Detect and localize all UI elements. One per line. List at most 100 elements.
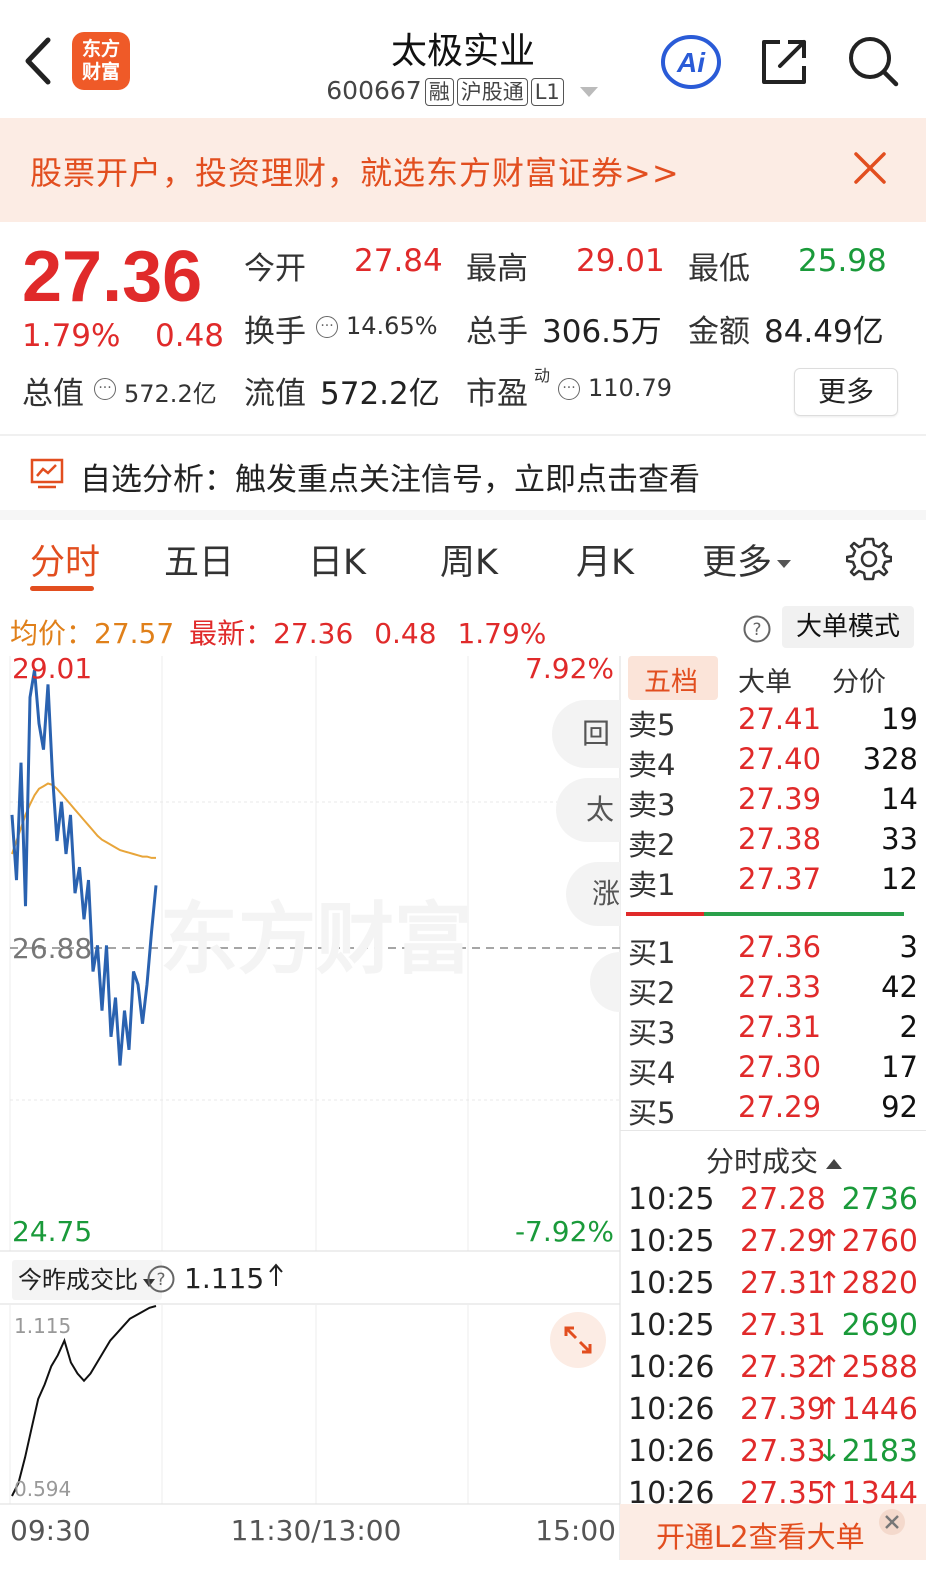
- dropdown-caret-icon[interactable]: [578, 84, 600, 100]
- sub-axis-bottom: 0.594: [14, 1477, 71, 1501]
- tab-five-levels[interactable]: 五档: [644, 660, 698, 699]
- svg-text:?: ?: [752, 620, 761, 640]
- sub-indicator-selector[interactable]: 今昨成交比: [12, 1260, 162, 1300]
- float-cap-label: 流值: [244, 376, 306, 412]
- high-label: 最高: [466, 251, 528, 287]
- section-divider: [0, 510, 926, 520]
- total-cap-label: 总值: [22, 376, 84, 412]
- trade-time: 10:25: [628, 1182, 715, 1217]
- share-icon[interactable]: [758, 34, 810, 88]
- trade-volume: 2690: [841, 1308, 918, 1343]
- ask-price: 27.39: [738, 782, 822, 816]
- last-price-value: 27.36: [273, 617, 354, 650]
- big-order-mode-button[interactable]: 大单模式: [782, 606, 914, 648]
- trade-row: 10:26 27.39 ↑1446: [628, 1392, 918, 1434]
- intraday-chart-svg[interactable]: 东方财富 29.01 26.88 24.75 7.92% -7.92% 1.11…: [0, 656, 628, 1596]
- promo-banner-text: 股票开户，投资理财，就选东方财富证券>>: [30, 154, 680, 192]
- pe-info-icon[interactable]: ···: [558, 378, 580, 400]
- trade-volume: ↑2760: [816, 1224, 918, 1259]
- trade-price: 27.39: [740, 1392, 826, 1427]
- help-icon[interactable]: ?: [742, 614, 772, 644]
- pe-label: 市盈: [466, 376, 528, 412]
- bid-volume: 92: [881, 1090, 918, 1124]
- stock-code: 600667: [326, 76, 422, 105]
- search-icon[interactable]: [846, 34, 900, 88]
- bid-label: 买5: [628, 1096, 676, 1130]
- tab-intraday[interactable]: 分时: [30, 534, 100, 585]
- trade-price: 27.31: [740, 1266, 826, 1301]
- float-button-1[interactable]: 回: [552, 700, 620, 768]
- y-axis-mid: 26.88: [12, 932, 92, 965]
- tab-five-day[interactable]: 五日: [164, 534, 234, 585]
- analysis-link[interactable]: 自选分析：触发重点关注信号，立即点击查看: [80, 454, 700, 499]
- ai-label: Ai: [676, 47, 706, 78]
- close-icon[interactable]: [878, 1508, 906, 1536]
- pct-axis-top: 7.92%: [525, 656, 614, 685]
- float-button-2[interactable]: 太: [556, 778, 620, 842]
- tab-price-dist[interactable]: 分价: [832, 660, 886, 699]
- watermark: 东方财富: [160, 895, 472, 985]
- expand-button[interactable]: [550, 1312, 606, 1368]
- total-cap-info-icon[interactable]: ···: [94, 378, 116, 400]
- trade-time: 10:25: [628, 1224, 715, 1259]
- ask-volume: 12: [881, 862, 918, 896]
- tab-weekly-k[interactable]: 周K: [440, 534, 498, 585]
- close-icon[interactable]: [852, 150, 888, 186]
- divider: [620, 1130, 926, 1131]
- trade-price: 27.32: [740, 1350, 826, 1385]
- up-arrow-icon: [269, 1263, 283, 1286]
- trade-volume: ↑1446: [816, 1392, 918, 1427]
- trade-price: 27.33: [740, 1434, 826, 1469]
- tab-daily-k[interactable]: 日K: [308, 534, 366, 585]
- sub-indicator-label: 今昨成交比: [18, 1266, 138, 1294]
- bid-row: 买3 27.31 2: [628, 1010, 918, 1050]
- tab-more-label: 更多: [702, 543, 773, 583]
- x-axis-noon: 11:30/13:00: [231, 1514, 402, 1547]
- trades-header[interactable]: 分时成交: [706, 1140, 844, 1180]
- price-line: [10, 669, 158, 1066]
- divider: [0, 434, 926, 436]
- intraday-chart[interactable]: 东方财富 29.01 26.88 24.75 7.92% -7.92% 1.11…: [0, 656, 628, 1596]
- bottom-safe-area: [0, 1560, 926, 1596]
- turnover-info-icon[interactable]: ···: [316, 316, 338, 338]
- tab-monthly-k[interactable]: 月K: [576, 534, 634, 585]
- collapse-caret-icon: [826, 1159, 843, 1169]
- pct-axis-bottom: -7.92%: [515, 1215, 614, 1248]
- open-label: 今开: [244, 251, 306, 287]
- active-tab-indicator: [30, 586, 94, 591]
- l2-upgrade-text[interactable]: 开通L2查看大单: [656, 1514, 865, 1556]
- bid-volume: 42: [881, 970, 918, 1004]
- x-axis-close: 15:00: [535, 1514, 616, 1547]
- tab-more[interactable]: 更多: [702, 534, 792, 585]
- bid-label: 买2: [628, 976, 676, 1010]
- ask-volume: 328: [862, 742, 918, 776]
- gear-icon[interactable]: [846, 536, 892, 582]
- book-split-bar-sell: [704, 912, 904, 916]
- trade-time: 10:25: [628, 1266, 715, 1301]
- avg-price-line: [11, 782, 156, 859]
- ai-assistant-icon[interactable]: Ai: [660, 34, 722, 90]
- trade-volume: ↑2588: [816, 1350, 918, 1385]
- tab-big-orders[interactable]: 大单: [738, 660, 792, 699]
- help-icon[interactable]: ?: [146, 1264, 176, 1294]
- volume-label: 总手: [466, 314, 528, 350]
- avg-price-value: 27.57: [94, 617, 175, 650]
- price-summary: 均价：27.57 最新：27.36 0.48 1.79%: [10, 612, 546, 652]
- promo-banner[interactable]: 股票开户，投资理财，就选东方财富证券>>: [0, 118, 926, 222]
- bid-label: 买1: [628, 936, 676, 970]
- tag-level: L1: [530, 78, 564, 106]
- float-cap-value: 572.2亿: [320, 376, 440, 412]
- change-amount: 0.48: [155, 318, 225, 354]
- trade-time: 10:25: [628, 1308, 715, 1343]
- expand-icon: [564, 1326, 592, 1354]
- current-price: 27.36: [22, 237, 203, 317]
- trade-row: 10:25 27.31 2690: [628, 1308, 918, 1350]
- bid-volume: 2: [899, 1010, 918, 1044]
- more-quote-button[interactable]: 更多: [794, 368, 898, 416]
- y-axis-bottom: 24.75: [12, 1215, 92, 1248]
- bid-row: 买2 27.33 42: [628, 970, 918, 1010]
- order-book-tabs: 五档 大单 分价: [628, 656, 926, 702]
- trade-row: 10:26 27.32 ↑2588: [628, 1350, 918, 1392]
- sub-indicator-value: 1.115: [184, 1262, 284, 1295]
- ask-price: 27.38: [738, 822, 822, 856]
